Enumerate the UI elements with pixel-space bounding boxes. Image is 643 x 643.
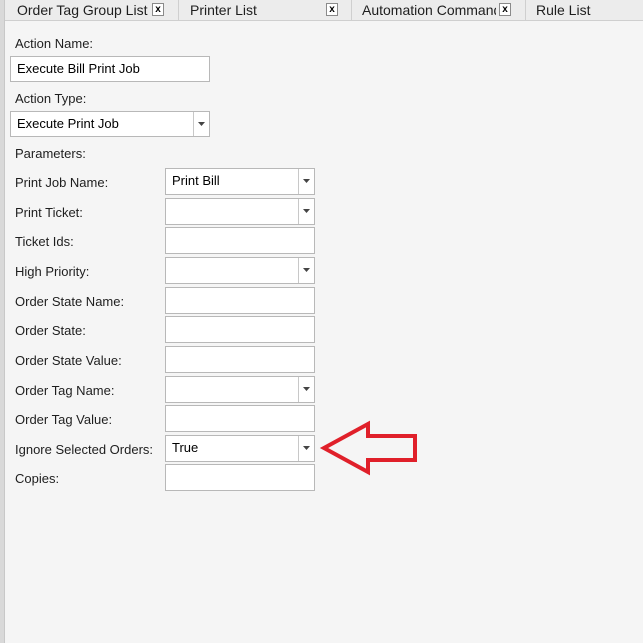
tab-label: Order Tag Group List	[17, 2, 148, 18]
chevron-down-icon	[303, 268, 310, 272]
param-label: Order State Value:	[15, 353, 122, 368]
tab-label: Automation Command List	[362, 2, 496, 18]
param-label: Ticket Ids:	[15, 234, 74, 249]
action-name-input[interactable]: Execute Bill Print Job	[10, 56, 210, 82]
high-priority-dropdown[interactable]	[165, 257, 315, 284]
print-job-name-dropdown[interactable]: Print Bill	[165, 168, 315, 195]
print-ticket-dropdown[interactable]	[165, 198, 315, 225]
tab-printer-list[interactable]: Printer List x	[179, 0, 352, 21]
chevron-down-icon	[198, 122, 205, 126]
ignore-selected-orders-dropdown[interactable]: True	[165, 435, 315, 462]
dropdown-button[interactable]	[298, 436, 314, 461]
param-label: Ignore Selected Orders:	[15, 442, 154, 457]
dropdown-button[interactable]	[193, 112, 209, 136]
tab-rule-list[interactable]: Rule List	[526, 0, 643, 21]
tab-label: Printer List	[190, 2, 257, 18]
order-tag-value-input[interactable]	[165, 405, 315, 432]
tab-automation-command-list[interactable]: Automation Command List x	[352, 0, 526, 21]
param-label: Print Job Name:	[15, 175, 109, 190]
dropdown-button[interactable]	[298, 199, 314, 224]
chevron-down-icon	[303, 387, 310, 391]
action-type-dropdown[interactable]: Execute Print Job	[10, 111, 210, 137]
order-state-name-input[interactable]	[165, 287, 315, 314]
action-name-label: Action Name:	[15, 36, 94, 51]
param-label: Print Ticket:	[15, 205, 83, 220]
param-label: Order Tag Name:	[15, 383, 115, 398]
copies-input[interactable]	[165, 464, 315, 491]
print-job-name-value: Print Bill	[172, 173, 220, 188]
close-icon[interactable]: x	[499, 3, 511, 16]
action-type-value: Execute Print Job	[17, 116, 119, 131]
chevron-down-icon	[303, 179, 310, 183]
close-icon[interactable]: x	[152, 3, 164, 16]
tab-label: Rule List	[536, 2, 591, 18]
order-state-input[interactable]	[165, 316, 315, 343]
action-name-value: Execute Bill Print Job	[17, 61, 140, 76]
tab-order-tag-group-list[interactable]: Order Tag Group List x	[5, 0, 179, 21]
param-label: Order State:	[15, 323, 86, 338]
chevron-down-icon	[303, 446, 310, 450]
close-icon[interactable]: x	[326, 3, 338, 16]
chevron-down-icon	[303, 209, 310, 213]
order-state-value-input[interactable]	[165, 346, 315, 373]
param-label: Order Tag Value:	[15, 412, 113, 427]
parameters-label: Parameters:	[15, 146, 86, 161]
left-panel-border	[0, 0, 5, 643]
dropdown-button[interactable]	[298, 169, 314, 194]
param-label: Order State Name:	[15, 294, 125, 309]
left-arrow-icon	[319, 420, 417, 476]
dropdown-button[interactable]	[298, 377, 314, 402]
tab-bar: Order Tag Group List x Printer List x Au…	[5, 0, 643, 21]
dropdown-button[interactable]	[298, 258, 314, 283]
order-tag-name-dropdown[interactable]	[165, 376, 315, 403]
param-label: High Priority:	[15, 264, 90, 279]
ticket-ids-input[interactable]	[165, 227, 315, 254]
action-type-label: Action Type:	[15, 91, 87, 106]
param-label: Copies:	[15, 471, 60, 486]
ignore-selected-orders-value: True	[172, 440, 199, 455]
